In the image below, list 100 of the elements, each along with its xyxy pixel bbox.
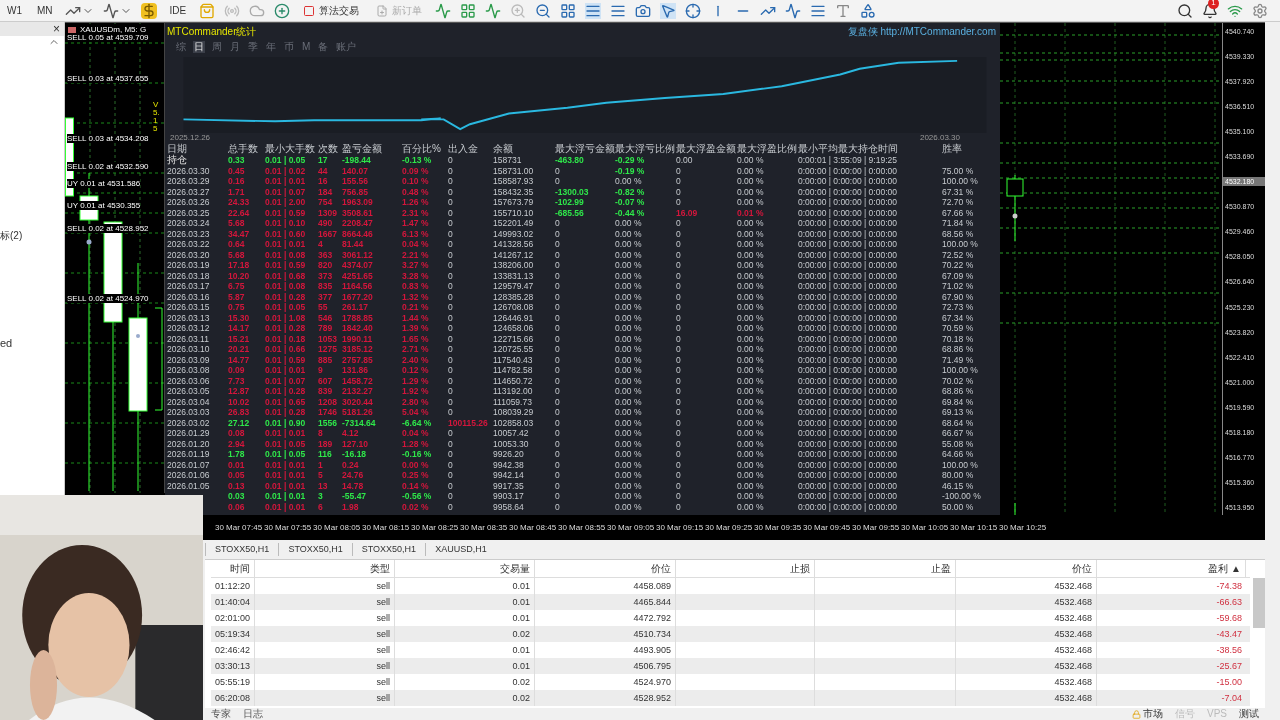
table-cell-text: 0:00:00 | 0:00:00 | 0:00:00 — [798, 165, 898, 176]
table-cell-text: 0.21 % — [402, 302, 430, 313]
table-cell-text: 0.00 % — [737, 459, 765, 470]
candlestick — [1014, 502, 1016, 516]
table-cell-text: 0 — [676, 344, 682, 355]
shapes-icon[interactable] — [860, 2, 877, 19]
ide-button[interactable]: IDE — [165, 3, 191, 18]
column-header: 最大浮盈比例 — [737, 143, 798, 155]
table-cell-text: 0.01 | 0.01 — [265, 501, 307, 512]
date-cell-text: 2026.03.12 — [167, 323, 211, 334]
bag-icon[interactable] — [199, 2, 216, 19]
table-cell-text: 0.01 | 0.01 — [265, 365, 307, 376]
grid-icon[interactable] — [560, 2, 577, 19]
flag-icon — [68, 27, 76, 33]
table-cell-text: 0.00 % — [737, 270, 765, 281]
table-cell-text: 72.52 % — [942, 249, 975, 260]
indicator-icon[interactable] — [102, 2, 119, 19]
zoom-out-icon[interactable] — [535, 2, 552, 19]
table-cell-text: 0 — [676, 323, 682, 334]
table-cell-text: 122715.66 — [493, 333, 535, 344]
period-tab[interactable]: 日 — [193, 41, 205, 53]
order-label: SELL 0.05 at 4539.709 — [67, 33, 149, 42]
table-cell-text: 0 — [676, 407, 682, 418]
status-item[interactable]: 市场 — [1126, 708, 1169, 720]
timeframe-button[interactable]: W1 — [4, 3, 25, 18]
table-cell-text: 1.28 % — [402, 438, 430, 449]
scrollbar[interactable] — [1253, 578, 1265, 628]
table-cell-text: 3185.12 — [342, 344, 374, 355]
table-cell-text: 0 — [448, 312, 454, 323]
table-cell-text: -38.56 — [1215, 644, 1243, 657]
text-icon[interactable] — [835, 2, 852, 19]
website-link[interactable]: 复盘侠 http://MTCommander.com — [847, 23, 996, 39]
chart-tab[interactable]: STOXX50,H1 — [351, 542, 426, 557]
table-cell-text: 157673.79 — [493, 197, 535, 208]
table-cell-text: 0.14 % — [402, 480, 430, 491]
table-cell-text: 0.00 % — [737, 197, 765, 208]
table-cell-text: 0.00 % — [737, 449, 765, 460]
table-cell-text: 70.18 % — [942, 333, 975, 344]
cursor-icon[interactable] — [660, 2, 677, 19]
table-cell-text: 114782.58 — [493, 365, 534, 376]
table-cell-text: -463.80 — [555, 155, 585, 166]
navigator-item[interactable]: ed — [0, 335, 64, 352]
status-item[interactable]: 测试 — [1233, 708, 1265, 720]
close-button[interactable]: × — [53, 23, 60, 35]
camera-icon[interactable] — [635, 2, 652, 19]
table-cell-text: 0.01 | 0.28 — [265, 407, 307, 418]
table-cell-text: 0.03 — [228, 491, 246, 502]
add-icon[interactable] — [274, 2, 291, 19]
settings-icon[interactable] — [1252, 2, 1268, 19]
date-cell-text: 2026.03.25 — [167, 207, 211, 218]
chart-tab[interactable]: XAUUSD,H1 — [425, 542, 496, 557]
table-cell-text: 0:00:00 | 0:00:00 | 0:00:00 — [798, 312, 898, 323]
table-cell-text: 0:00:00 | 0:00:00 | 0:00:00 — [798, 459, 898, 470]
table-cell-text: 75.00 % — [942, 165, 975, 176]
chart-tab[interactable]: STOXX50,H1 — [205, 542, 279, 557]
table-cell-text: -0.44 % — [615, 207, 646, 218]
bell-icon[interactable] — [1202, 2, 1218, 19]
algo-trading-button[interactable]: 算法交易 — [299, 3, 364, 18]
table-cell-text: 0:00:00 | 0:00:00 | 0:00:00 — [798, 270, 898, 281]
dollar-icon[interactable] — [140, 2, 157, 19]
table-cell-text: 0.01 | 0.07 — [265, 375, 307, 386]
table-cell-text: 0 — [555, 312, 561, 323]
chart-tab[interactable]: STOXX50,H1 — [278, 542, 352, 557]
table-cell-text: 0.00 % — [615, 249, 643, 260]
table-cell-text: 0.64 — [228, 239, 246, 250]
crosshair-icon[interactable] — [685, 2, 702, 19]
table-cell-text: 0.00 % — [615, 470, 643, 481]
table-cell-text: 0 — [676, 428, 682, 439]
table-cell-text: -0.13 % — [402, 155, 433, 166]
table-cell-text: 0.01 | 0.28 — [265, 291, 307, 302]
table-cell-text: 0.01 | 0.01 — [265, 480, 307, 491]
terminal-tab[interactable]: 日志 — [237, 708, 269, 720]
table-cell-text: 0.00 % — [615, 270, 643, 281]
table-cell-text: 1 — [318, 459, 324, 470]
table-cell-text: 0.00 % — [402, 459, 430, 470]
table-cell-text: 3020.44 — [342, 396, 374, 407]
table-cell-text: 0 — [448, 365, 454, 376]
navigator-item[interactable]: 标(2) — [0, 228, 64, 243]
terminal-tab[interactable]: 专家 — [205, 708, 237, 720]
table-cell-text: 0:00:00 | 0:00:00 | 0:00:00 — [798, 375, 898, 386]
table-cell-text: 0.01 | 0.08 — [265, 249, 307, 260]
date-cell-text: 2026.03.19 — [167, 260, 211, 271]
column-header: 百分比% — [402, 143, 442, 155]
table-cell-text: 0 — [555, 480, 561, 491]
table-cell-text: 0 — [448, 386, 454, 397]
wave-icon[interactable] — [485, 2, 502, 19]
time-label: 30 Mar 08:15 — [362, 521, 409, 534]
table-cell-text: 10.02 — [228, 396, 251, 407]
table-cell-text: 0 — [448, 333, 454, 344]
table-cell-text: 373 — [318, 270, 334, 281]
table-cell-text: 0.00 % — [737, 470, 765, 481]
table-cell-text: 3.27 % — [402, 260, 430, 271]
table-cell-text: 69.84 % — [942, 396, 975, 407]
price-chart[interactable]: XAUUSDm, M5: G SELL 0.05 at 4539.709 SELL 0.03 at 4537.655 SELL 0.03 at 4534.208 SELL 0.02 at 4532.590 UY 0.01 at 4531.586 UY 0.01 at 4530.355 SELL 0.02 at 4528.952 SELL 0.02 at 4524.970 V5.15 — [65, 23, 165, 493]
table-cell-text: 607 — [318, 375, 334, 386]
table-cell-text: 0.00 % — [615, 459, 643, 470]
timeframe-button[interactable]: MN — [34, 3, 56, 18]
time-label: 30 Mar 09:55 — [852, 521, 899, 534]
table-cell-text: 0 — [555, 438, 561, 449]
search-icon[interactable] — [1177, 2, 1193, 19]
